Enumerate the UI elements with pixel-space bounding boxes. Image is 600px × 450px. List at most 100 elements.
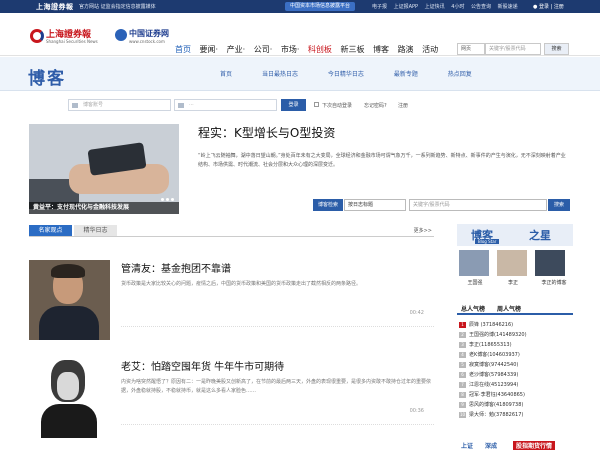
nav-neeq[interactable]: 新三板 bbox=[340, 45, 364, 54]
blog-nav-hot-today[interactable]: 当日最热日志 bbox=[262, 69, 298, 78]
top-bar: 上海證券報 官方网站 证监会指定信息披露媒体 中国资本市场信息披露平台 电子报 … bbox=[0, 0, 600, 13]
tab-essence[interactable]: 精华日志 bbox=[74, 225, 117, 236]
brand-logo[interactable]: 上海證券報 Shanghai Securities News bbox=[30, 27, 110, 47]
rank-row[interactable]: 4 老K博客(104603937) bbox=[457, 350, 573, 360]
rank-tabs: 总人气榜 周人气榜 bbox=[457, 302, 573, 315]
nav-blog[interactable]: 博客 bbox=[373, 45, 389, 54]
slide-dot[interactable] bbox=[166, 198, 169, 201]
feature-title[interactable]: 程实：K型增长与O型投资 bbox=[198, 124, 335, 141]
account-field[interactable]: 博客账号 bbox=[68, 99, 171, 111]
author-photo[interactable] bbox=[29, 260, 110, 340]
star-name: 王国强 bbox=[467, 280, 483, 286]
divider: | bbox=[550, 4, 553, 10]
main-nav: 首页 要闻· 产业· 公司· 市场· 科创板 新三板 博客 路演 活动 bbox=[175, 44, 444, 55]
rank-list: 1 辰锋 (371846216) 2 王国强的博(141489320) 3 李正(11… bbox=[457, 320, 573, 420]
blog-search-input[interactable]: 关键字/股票代码 bbox=[409, 199, 547, 211]
link-ipo[interactable]: 新股速递 bbox=[498, 4, 518, 10]
suit bbox=[41, 404, 97, 438]
rank-row[interactable]: 10 梁大师：勉(37882617) bbox=[457, 410, 573, 420]
tab-total-rank[interactable]: 总人气榜 bbox=[461, 304, 485, 313]
blog-star-banner: 博客 之星 Blog Star bbox=[457, 224, 573, 246]
blog-nav-best-today[interactable]: 今日精华日志 bbox=[328, 69, 364, 78]
nav-news[interactable]: 要闻· bbox=[200, 45, 219, 54]
link-app[interactable]: 上证报APP bbox=[394, 4, 418, 10]
more-link[interactable]: 更多>> bbox=[414, 227, 432, 234]
forgot-password-link[interactable]: 忘记密码? bbox=[364, 102, 387, 109]
link-flash[interactable]: 上证快讯 bbox=[425, 4, 445, 10]
link-4h[interactable]: 4小时 bbox=[451, 4, 464, 10]
nav-star-market[interactable]: 科创板 bbox=[308, 45, 332, 54]
rank-row[interactable]: 7 江恩在线(45123994) bbox=[457, 380, 573, 390]
article-title[interactable]: 老艾：怕踏空囤年货 牛年牛市可期待 bbox=[121, 358, 284, 373]
link-epaper[interactable]: 电子报 bbox=[372, 4, 387, 10]
nav-industry[interactable]: 产业· bbox=[227, 45, 246, 54]
blog-nav-hot-replies[interactable]: 热点回复 bbox=[448, 69, 472, 78]
tab-weekly-rank[interactable]: 周人气榜 bbox=[497, 304, 521, 313]
tab-futures[interactable]: 股指期货行情 bbox=[513, 441, 556, 450]
nav-events[interactable]: 活动 bbox=[422, 45, 438, 54]
rank-name: 思风的博客(41809738) bbox=[469, 402, 524, 408]
article-tabs: 名家观点 精华日志 更多>> bbox=[29, 225, 434, 237]
top-tagline: 官方网站 证监会指定信息披露媒体 bbox=[79, 4, 156, 10]
blog-nav-topics[interactable]: 最新专题 bbox=[394, 69, 418, 78]
rank-row[interactable]: 9 思风的博客(41809738) bbox=[457, 400, 573, 410]
star-item[interactable]: 李正 bbox=[497, 250, 529, 286]
rank-row[interactable]: 5 寂寞博客(97442540) bbox=[457, 360, 573, 370]
article-summary: 货币政策是大家比较关心的问题，疫情之后，中国的货币政策和美国的货币政策走出了截然… bbox=[121, 281, 362, 287]
login-button[interactable]: 登录 bbox=[281, 99, 306, 111]
tab-experts[interactable]: 名家观点 bbox=[29, 225, 72, 236]
blog-search-button[interactable]: 搜索 bbox=[548, 199, 570, 211]
blog-search-select[interactable]: 按日志标题 bbox=[344, 199, 406, 211]
article-time: 00:42 bbox=[409, 310, 424, 316]
register-link[interactable]: 注册 bbox=[398, 102, 408, 109]
slide-dot[interactable] bbox=[171, 198, 174, 201]
rank-name: 王国强的博(141489320) bbox=[469, 332, 527, 338]
article-title[interactable]: 管清友：基金抱团不靠谱 bbox=[121, 260, 231, 275]
blog-search-label: 博客检索 bbox=[313, 199, 343, 211]
rank-number: 7 bbox=[459, 382, 466, 388]
rank-row[interactable]: 8 冠军·李君钰(43640865) bbox=[457, 390, 573, 400]
blog-star-title-2: 之星 bbox=[529, 229, 551, 242]
password-placeholder: ··· bbox=[189, 102, 194, 108]
register-link[interactable]: 注册 bbox=[554, 4, 564, 10]
rank-row[interactable]: 3 李正(118655313) bbox=[457, 340, 573, 350]
search-input[interactable]: 关键字/股票代码 bbox=[485, 43, 541, 55]
disclosure-platform-badge[interactable]: 中国资本市场信息披露平台 bbox=[285, 2, 356, 11]
slide-dots bbox=[159, 196, 174, 203]
tab-sh-index[interactable]: 上证 bbox=[461, 441, 473, 450]
author-photo[interactable] bbox=[29, 358, 110, 438]
feature-desc: “岭上飞云随袖舞，湖中落日望山朝。”身处百年未有之大变局，全球经济和金融市场可谓… bbox=[198, 153, 566, 168]
rank-name: 老沙博客(57984339) bbox=[469, 372, 519, 378]
cnstock-logo[interactable]: 中国证券网 www.cnstock.com bbox=[115, 27, 175, 47]
rank-name: 梁大师：勉(37882617) bbox=[469, 412, 524, 418]
rank-number: 6 bbox=[459, 372, 466, 378]
star-avatar bbox=[497, 250, 527, 276]
nav-company[interactable]: 公司· bbox=[254, 45, 273, 54]
top-logo[interactable]: 上海證券報 bbox=[36, 2, 74, 12]
cnstock-url: www.cnstock.com bbox=[129, 39, 165, 44]
star-item[interactable]: 王国强 bbox=[459, 250, 491, 286]
nav-home[interactable]: 首页 bbox=[175, 45, 191, 54]
auto-login-checkbox[interactable] bbox=[314, 102, 319, 107]
rank-row[interactable]: 2 王国强的博(141489320) bbox=[457, 330, 573, 340]
password-field[interactable]: ··· bbox=[174, 99, 277, 111]
star-item[interactable]: 李正的博客 bbox=[535, 250, 573, 286]
nav-roadshow[interactable]: 路演 bbox=[398, 45, 414, 54]
hair bbox=[51, 264, 85, 278]
rank-row[interactable]: 1 辰锋 (371846216) bbox=[457, 320, 573, 330]
search-button[interactable]: 搜索 bbox=[544, 43, 569, 55]
slide-dot[interactable] bbox=[161, 198, 164, 201]
blog-nav-home[interactable]: 首页 bbox=[220, 69, 232, 78]
nav-market[interactable]: 市场· bbox=[281, 45, 300, 54]
rank-number: 3 bbox=[459, 342, 466, 348]
link-announcement[interactable]: 公告查询 bbox=[471, 4, 491, 10]
star-avatar bbox=[459, 250, 489, 276]
lock-icon bbox=[178, 103, 184, 108]
login-link[interactable]: 登录 bbox=[539, 4, 549, 10]
blog-title[interactable]: 博客 bbox=[28, 64, 66, 89]
rank-row[interactable]: 6 老沙博客(57984339) bbox=[457, 370, 573, 380]
feature-slide[interactable]: 黄益平：支付现代化与金融科技发展 bbox=[29, 124, 179, 214]
blog-nav: 首页 当日最热日志 今日精华日志 最新专题 热点回复 bbox=[220, 69, 500, 78]
tab-sz-index[interactable]: 深成 bbox=[485, 441, 497, 450]
search-type-select[interactable]: 网页 bbox=[457, 43, 485, 55]
